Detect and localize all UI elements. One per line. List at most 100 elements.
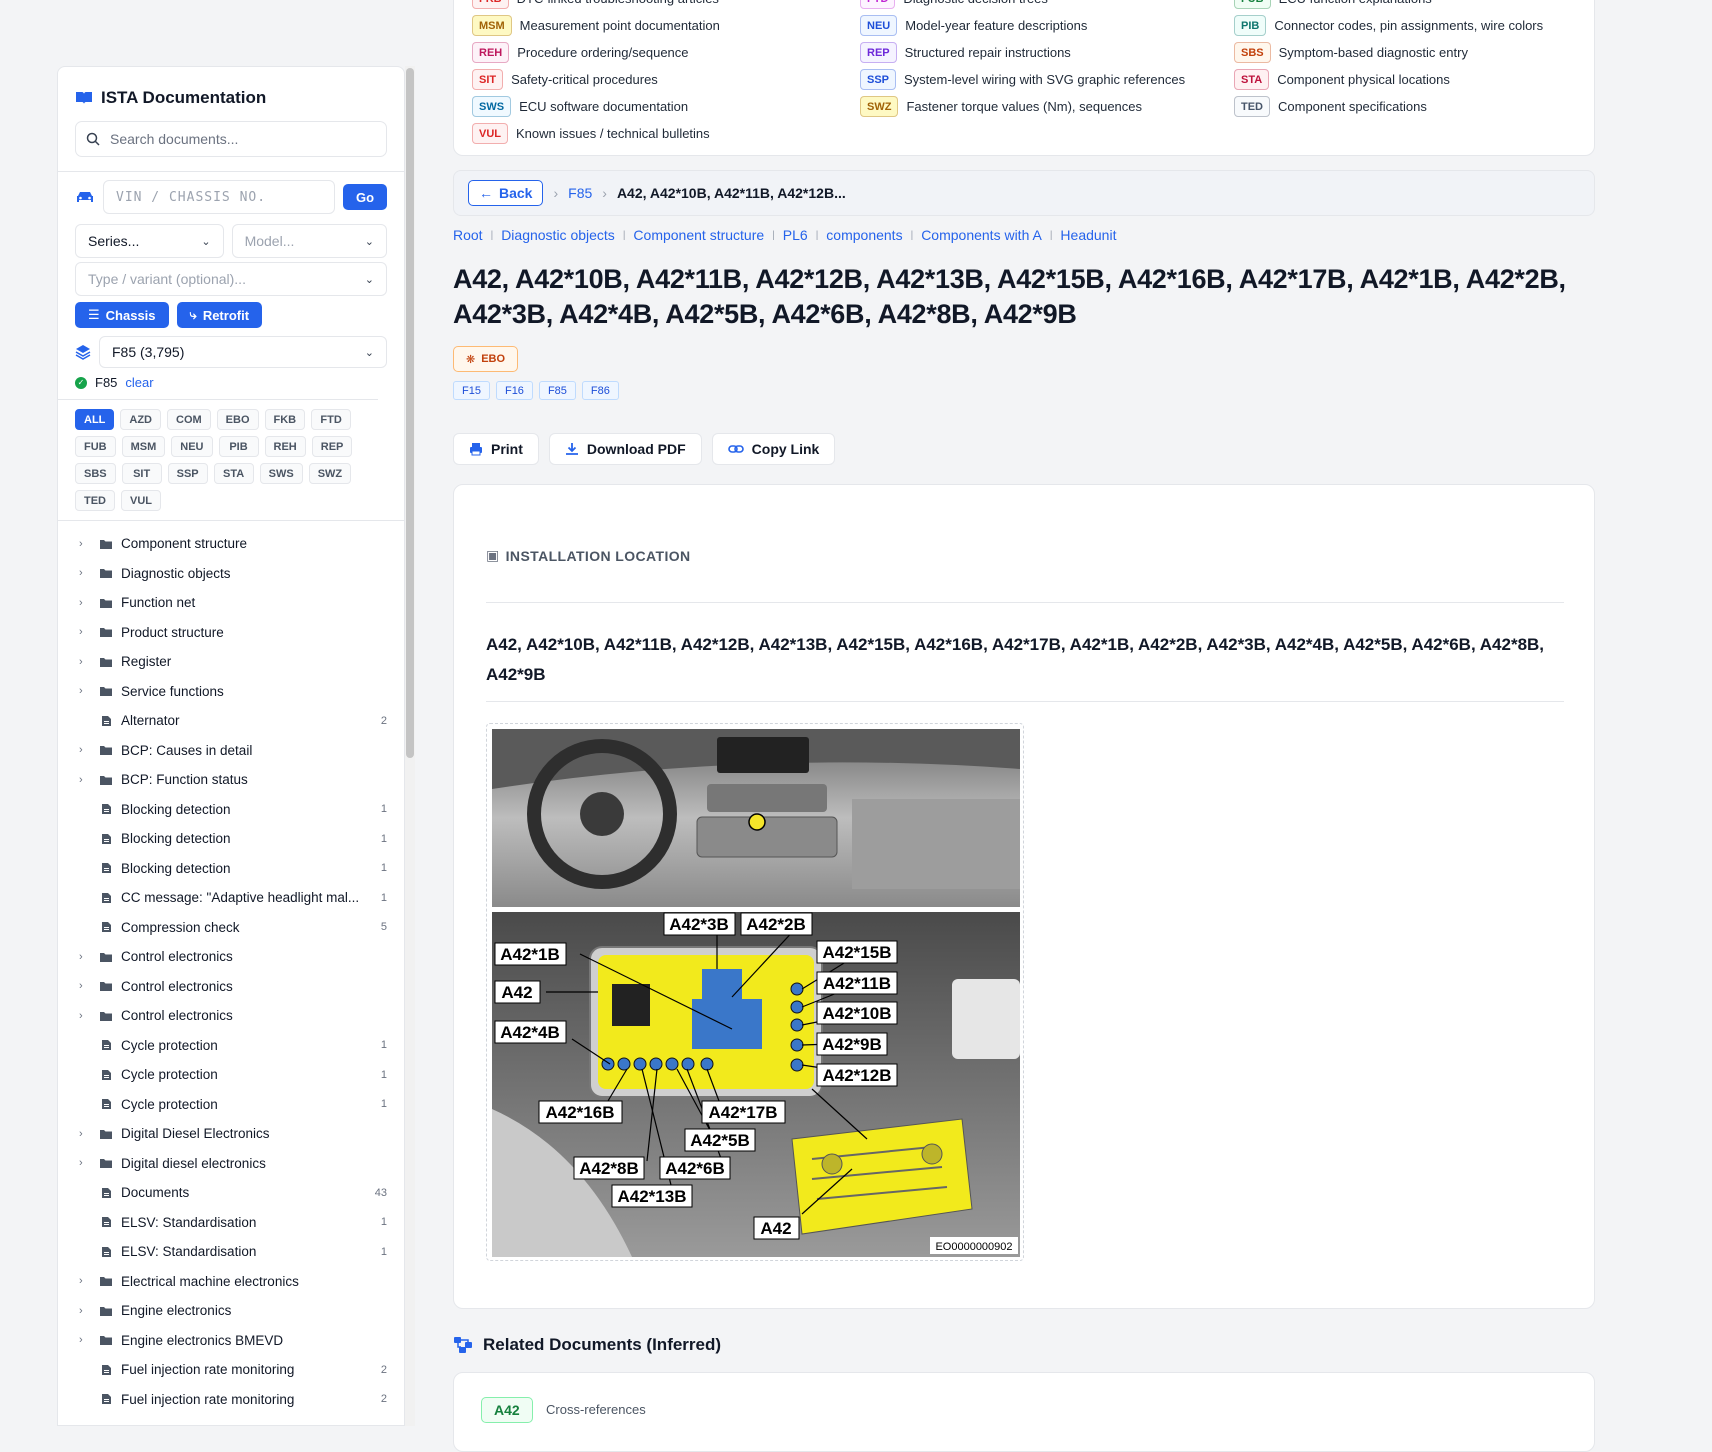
model-select[interactable]: Model... ⌄ bbox=[231, 224, 387, 258]
tree-item[interactable]: ELSV: Standardisation 1 bbox=[58, 1208, 404, 1238]
tree-item[interactable]: › Control electronics bbox=[58, 1001, 404, 1031]
chevron-right-icon[interactable]: › bbox=[79, 656, 95, 668]
model-tag[interactable]: F85 bbox=[538, 381, 576, 400]
chevron-right-icon[interactable]: › bbox=[79, 1157, 95, 1169]
tree-item[interactable]: Fuel injection rate monitoring 2 bbox=[58, 1355, 404, 1385]
tree-item[interactable]: Cycle protection 1 bbox=[58, 1090, 404, 1120]
chevron-right-icon[interactable]: › bbox=[79, 597, 95, 609]
tree-item[interactable]: › Digital diesel electronics bbox=[58, 1149, 404, 1179]
svg-text:A42*15B: A42*15B bbox=[823, 943, 892, 962]
scrollbar-thumb[interactable] bbox=[406, 68, 414, 758]
tree-item[interactable]: Alternator 2 bbox=[58, 706, 404, 736]
sidebar-scrollbar[interactable] bbox=[405, 66, 415, 1426]
filter-chip-pib[interactable]: PIB bbox=[218, 436, 259, 457]
chevron-right-icon[interactable]: › bbox=[79, 1334, 95, 1346]
filter-chip-vul[interactable]: VUL bbox=[121, 490, 161, 511]
chevron-right-icon[interactable]: › bbox=[79, 744, 95, 756]
chevron-right-icon[interactable]: › bbox=[79, 538, 95, 550]
crumb-series-link[interactable]: F85 bbox=[568, 185, 592, 201]
type-select[interactable]: Type / variant (optional)... ⌄ bbox=[75, 262, 387, 296]
filter-chip-sta[interactable]: STA bbox=[213, 463, 254, 484]
filter-chip-swz[interactable]: SWZ bbox=[308, 463, 352, 484]
legend-item-fub: FUB ECU function explanations bbox=[1234, 0, 1432, 9]
download-pdf-button[interactable]: Download PDF bbox=[548, 433, 702, 465]
related-doc-card[interactable]: A42 Cross-references bbox=[453, 1372, 1595, 1452]
search-input[interactable]: Search documents... bbox=[75, 121, 387, 157]
chevron-right-icon[interactable]: › bbox=[79, 685, 95, 697]
breadcrumb-link[interactable]: components bbox=[826, 227, 902, 243]
filter-chip-fub[interactable]: FUB bbox=[75, 436, 116, 457]
series-select[interactable]: Series... ⌄ bbox=[75, 224, 224, 258]
tree-item[interactable]: Blocking detection 1 bbox=[58, 795, 404, 825]
tree-item[interactable]: ELSV: Standardisation 1 bbox=[58, 1237, 404, 1267]
filter-chip-ted[interactable]: TED bbox=[75, 490, 115, 511]
tree-item[interactable]: › BCP: Causes in detail bbox=[58, 736, 404, 766]
copy-link-button[interactable]: Copy Link bbox=[711, 433, 836, 465]
filter-chip-azd[interactable]: AZD bbox=[120, 409, 161, 430]
chevron-right-icon[interactable]: › bbox=[79, 774, 95, 786]
tree-item[interactable]: › Engine electronics BMEVD bbox=[58, 1326, 404, 1356]
clear-link[interactable]: clear bbox=[125, 375, 153, 390]
filter-chip-fkb[interactable]: FKB bbox=[264, 409, 306, 430]
chevron-right-icon[interactable]: › bbox=[79, 1275, 95, 1287]
back-button[interactable]: ← Back bbox=[468, 180, 544, 206]
chevron-right-icon[interactable]: › bbox=[79, 1010, 95, 1022]
chassis-button[interactable]: ☰ Chassis bbox=[75, 302, 169, 328]
tree-item[interactable]: Blocking detection 1 bbox=[58, 854, 404, 884]
go-button[interactable]: Go bbox=[343, 184, 387, 210]
model-tag[interactable]: F86 bbox=[581, 381, 619, 400]
filter-chip-msm[interactable]: MSM bbox=[121, 436, 166, 457]
breadcrumb-link[interactable]: Components with A bbox=[921, 227, 1042, 243]
filter-chip-sit[interactable]: SIT bbox=[121, 463, 162, 484]
installation-figure[interactable]: A42*3B A42*2B A42*1B A42*15B A42*11B A42… bbox=[486, 723, 1024, 1261]
tree-item[interactable]: Cycle protection 1 bbox=[58, 1031, 404, 1061]
filter-chip-ftd[interactable]: FTD bbox=[311, 409, 352, 430]
breadcrumb-link[interactable]: Headunit bbox=[1060, 227, 1116, 243]
tree-item[interactable]: › Product structure bbox=[58, 618, 404, 648]
tree-item[interactable]: › Engine electronics bbox=[58, 1296, 404, 1326]
model-tag[interactable]: F15 bbox=[453, 381, 490, 400]
breadcrumb-link[interactable]: Component structure bbox=[633, 227, 764, 243]
tree-item[interactable]: › Electrical machine electronics bbox=[58, 1267, 404, 1297]
tree-item[interactable]: › Digital Diesel Electronics bbox=[58, 1119, 404, 1149]
filter-chip-all[interactable]: ALL bbox=[75, 409, 115, 430]
filter-chip-neu[interactable]: NEU bbox=[171, 436, 213, 457]
tree-item[interactable]: Documents 43 bbox=[58, 1178, 404, 1208]
vin-input[interactable]: VIN / CHASSIS NO. bbox=[103, 180, 335, 214]
filter-chip-sbs[interactable]: SBS bbox=[75, 463, 116, 484]
series-filter-select[interactable]: F85 (3,795) ⌄ bbox=[99, 336, 387, 368]
print-button[interactable]: Print bbox=[453, 433, 539, 465]
tree-item[interactable]: › Control electronics bbox=[58, 942, 404, 972]
tree-item[interactable]: › Service functions bbox=[58, 677, 404, 707]
tree-item[interactable]: Blocking detection 1 bbox=[58, 824, 404, 854]
chevron-right-icon[interactable]: › bbox=[79, 1305, 95, 1317]
filter-chip-com[interactable]: COM bbox=[167, 409, 211, 430]
tree-item[interactable]: Compression check 5 bbox=[58, 913, 404, 943]
tree-item[interactable]: › Control electronics bbox=[58, 972, 404, 1002]
filter-chip-ssp[interactable]: SSP bbox=[167, 463, 208, 484]
tree-item[interactable]: › BCP: Function status bbox=[58, 765, 404, 795]
tree-item[interactable]: › Register bbox=[58, 647, 404, 677]
tree-item-label: ELSV: Standardisation bbox=[121, 1214, 257, 1230]
tree-item[interactable]: Cycle protection 1 bbox=[58, 1060, 404, 1090]
chevron-right-icon[interactable]: › bbox=[79, 980, 95, 992]
filter-chip-rep[interactable]: REP bbox=[311, 436, 353, 457]
tree-item[interactable]: › Component structure bbox=[58, 529, 404, 559]
breadcrumb-link[interactable]: Diagnostic objects bbox=[501, 227, 615, 243]
filter-chip-sws[interactable]: SWS bbox=[259, 463, 303, 484]
components-icon: ❋ bbox=[466, 353, 476, 366]
retrofit-button[interactable]: ⤷ Retrofit bbox=[176, 302, 263, 328]
chevron-right-icon[interactable]: › bbox=[79, 1128, 95, 1140]
tree-item[interactable]: CC message: "Adaptive headlight mal... 1 bbox=[58, 883, 404, 913]
model-tag[interactable]: F16 bbox=[495, 381, 533, 400]
filter-chip-ebo[interactable]: EBO bbox=[216, 409, 259, 430]
chevron-right-icon[interactable]: › bbox=[79, 567, 95, 579]
tree-item[interactable]: › Diagnostic objects bbox=[58, 559, 404, 589]
chevron-right-icon[interactable]: › bbox=[79, 951, 95, 963]
tree-item[interactable]: › Function net bbox=[58, 588, 404, 618]
breadcrumb-link[interactable]: PL6 bbox=[783, 227, 808, 243]
chevron-right-icon[interactable]: › bbox=[79, 626, 95, 638]
breadcrumb-link[interactable]: Root bbox=[453, 227, 483, 243]
tree-item[interactable]: Fuel injection rate monitoring 2 bbox=[58, 1385, 404, 1415]
filter-chip-reh[interactable]: REH bbox=[264, 436, 306, 457]
